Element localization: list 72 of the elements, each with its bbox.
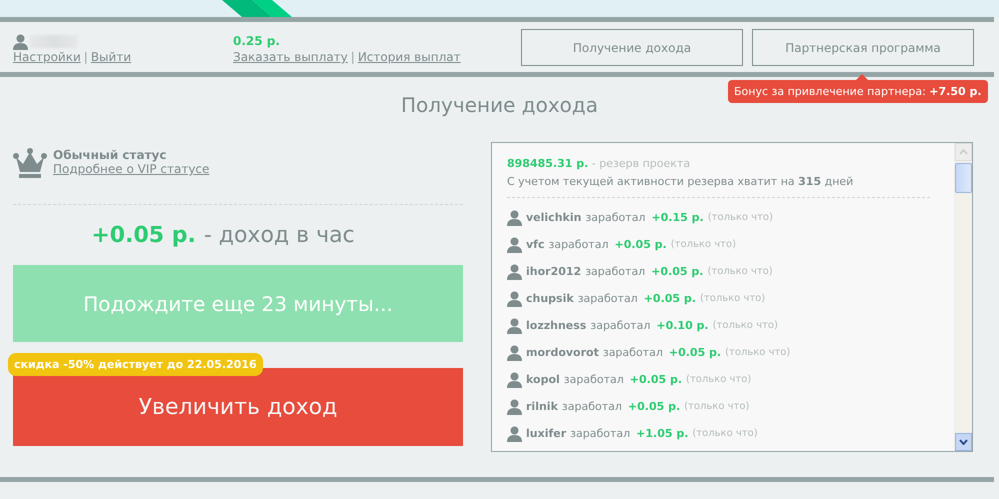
earned-amount: +0.05 р. [630,373,682,386]
scroll-down-button[interactable] [955,433,972,451]
earned-amount: +0.05 р. [644,292,696,305]
earned-label: заработал [564,373,624,386]
chevron-up-icon [959,149,968,155]
banner-stripe [222,0,292,17]
username: lozzhness [526,319,586,332]
username: rilnik [526,400,558,413]
username: vfc [526,238,544,251]
link-separator: | [84,50,88,64]
username: chupsik [526,292,574,305]
earned-amount: +0.05 р. [614,238,667,251]
scroll-up-button[interactable] [955,143,972,161]
earned-amount: +0.05 р. [628,400,680,413]
scrollbar[interactable] [954,143,972,451]
user-icon [507,290,522,306]
reserve-forecast: С учетом текущей активности резерва хватит на 315 дней [507,175,854,188]
earned-time: (только что) [707,266,773,277]
logout-link[interactable]: Выйти [90,50,132,64]
earned-amount: +0.10 р. [656,319,709,332]
reserve-label: - резерв проекта [592,157,690,170]
earned-label: заработал [585,265,646,278]
user-icon [13,34,28,50]
crown-icon [13,148,47,178]
user-icon [507,426,522,442]
earned-amount: +0.15 р. [651,211,704,224]
username: mordovorot [526,346,599,359]
reserve-amount: 898485.31 р. [507,157,588,170]
user-icon [507,264,522,280]
user-icon [507,318,522,334]
earned-label: заработал [585,211,646,224]
user-icon [507,372,522,388]
earned-label: заработал [570,427,630,440]
earned-time: (только что) [700,293,766,304]
earned-amount: +1.05 р. [636,427,688,440]
nav-button[interactable]: Получение дохода [521,29,743,66]
earned-time: (только что) [686,374,752,385]
balance-amount: 0.25 р. [233,33,281,50]
earned-label: заработал [562,400,622,413]
earned-time: (только что) [692,428,758,439]
nav-button[interactable]: Партнерская программа [752,29,974,66]
username: luxifer [526,427,566,440]
earned-time: (только что) [725,347,790,358]
income-label: - доход в час [204,223,355,248]
earned-label: заработал [590,319,650,332]
link-separator: | [350,50,355,64]
earned-time: (только что) [684,401,750,412]
income-amount: +0.05 р. [91,223,196,248]
scroll-thumb[interactable] [955,163,972,193]
payout-link[interactable]: Заказать выплату [233,50,348,64]
discount-badge: скидка -50% действует до 22.05.2016 [8,353,263,376]
earned-time: (только что) [708,212,773,223]
earned-amount: +0.05 р. [668,346,722,359]
status-name: Обычный статус [53,148,168,162]
settings-link[interactable]: Настройки [13,50,81,64]
earned-label: заработал [548,238,608,251]
earned-time: (только что) [712,320,778,331]
earned-amount: +0.05 р. [651,265,704,278]
user-icon [507,236,522,252]
payout-history-link[interactable]: История выплат [358,50,461,64]
chevron-down-icon [959,439,968,445]
vip-status-link[interactable]: Подробнее о VIP статусе [53,162,210,176]
earned-time: (только что) [670,239,736,250]
username: kopol [526,373,560,386]
wait-button[interactable]: Подождите еще 23 минуты... [13,265,463,342]
earned-label: заработал [578,292,638,305]
user-icon [507,398,522,414]
user-icon [507,344,522,360]
earned-label: заработал [602,346,663,359]
username: velichkin [526,211,582,224]
user-icon [507,210,522,226]
username: ihor2012 [526,265,582,278]
